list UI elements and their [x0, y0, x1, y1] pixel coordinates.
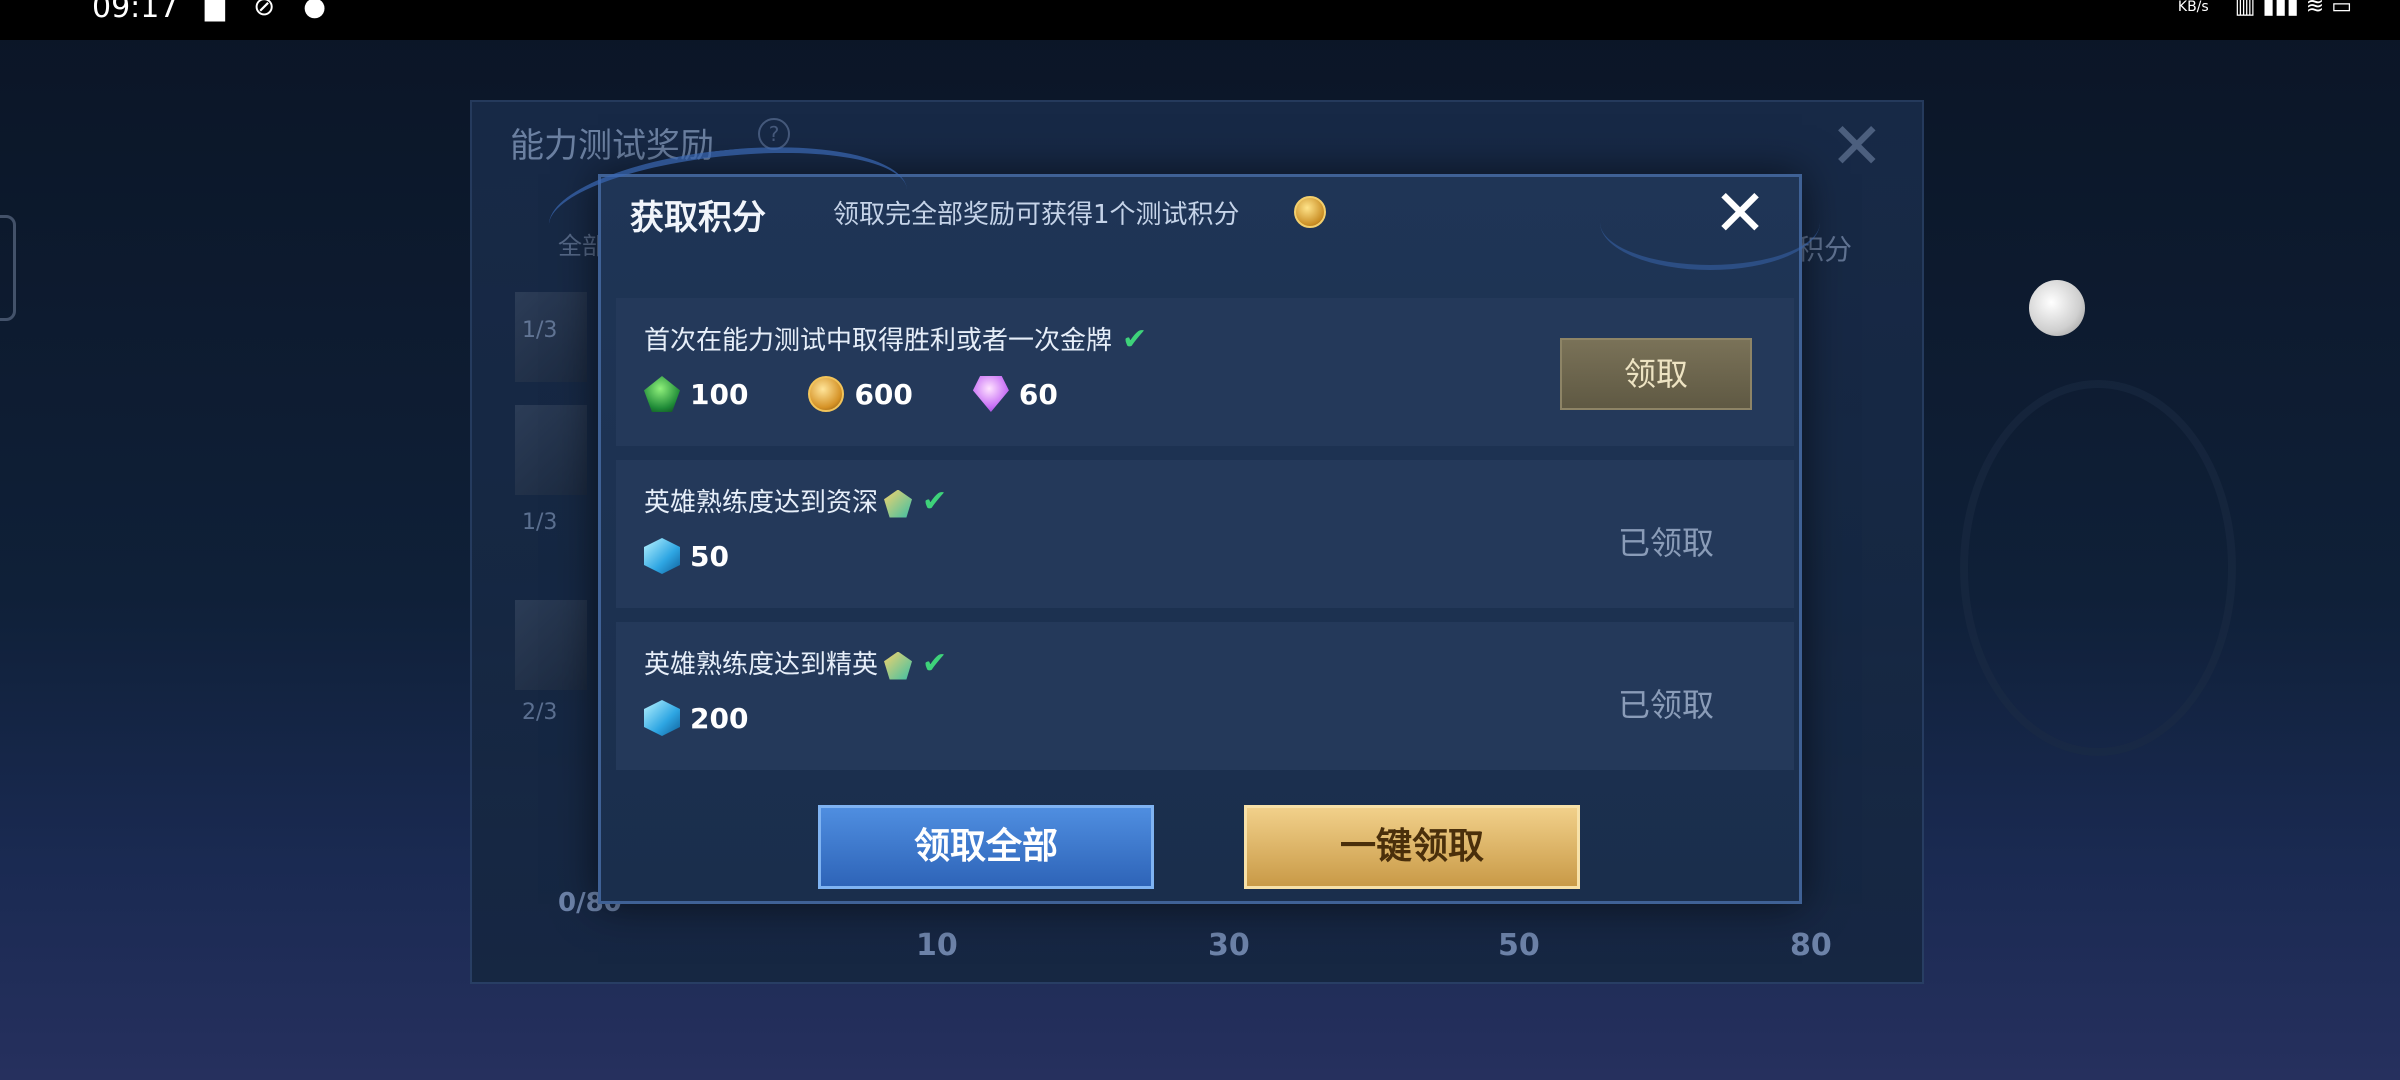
notification-icons: ▆ ⊘ ● — [205, 0, 336, 22]
reward-task-text: 英雄熟练度达到资深 — [644, 488, 879, 518]
proficiency-badge-icon — [884, 489, 913, 518]
test-point-coin-icon — [1294, 196, 1326, 228]
reward-amount: 60 — [1018, 377, 1058, 411]
background-close-icon[interactable]: ✕ — [1830, 110, 1884, 184]
reward-item: 50 — [644, 538, 729, 574]
dialog-subtitle: 领取完全部奖励可获得1个测试积分 — [833, 200, 1240, 230]
check-icon: ✔ — [1122, 322, 1148, 357]
reward-item: 100 — [644, 376, 748, 412]
reward-row-title: 英雄熟练度达到精英 ✔ — [644, 644, 947, 681]
reward-item: 600 — [808, 376, 913, 412]
network-speed: KB/s — [2177, 0, 2209, 15]
reward-task-text: 首次在能力测试中取得胜利或者一次金牌 — [644, 326, 1113, 356]
background-hero-portrait — [515, 405, 587, 495]
claimed-status: 已领取 — [1617, 524, 1714, 562]
reward-amount: 50 — [690, 539, 729, 573]
reward-row-title: 首次在能力测试中取得胜利或者一次金牌 ✔ — [644, 320, 1147, 357]
dialog-title: 获取积分 — [630, 198, 766, 238]
reward-item: 200 — [644, 700, 748, 736]
reward-row-title: 英雄熟练度达到资深 ✔ — [644, 482, 947, 519]
close-icon[interactable]: ✕ — [1710, 182, 1770, 246]
crystal-cube-icon — [644, 538, 680, 574]
background-fraction: 2/3 — [522, 700, 558, 725]
gold-coin-icon — [808, 376, 845, 412]
reward-task-text: 英雄熟练度达到精英 — [644, 650, 879, 680]
proficiency-badge-icon — [884, 651, 913, 680]
milestone-label: 30 — [1208, 928, 1250, 963]
left-edge-ring — [0, 215, 16, 321]
milestone-label: 10 — [916, 928, 958, 963]
status-right: KB/s ▥ ▮▮▮ ≋ ▭ — [2178, 0, 2352, 19]
background-fraction: 1/3 — [522, 318, 558, 343]
reward-amount: 100 — [690, 377, 749, 411]
gem-icon — [972, 376, 1009, 412]
help-icon[interactable]: ? — [758, 118, 790, 150]
background-fraction: 1/3 — [522, 510, 558, 535]
reward-row: 英雄熟练度达到精英 ✔ 200 已领取 — [616, 622, 1794, 770]
milestone-label: 80 — [1790, 928, 1832, 963]
jade-icon — [644, 376, 680, 412]
reward-row: 首次在能力测试中取得胜利或者一次金牌 ✔ 100 600 60 领取 — [616, 298, 1794, 446]
claim-all-button[interactable]: 领取全部 — [818, 805, 1154, 889]
signal-wifi-battery-icons: ▥ ▮▮▮ ≋ ▭ — [2234, 0, 2352, 19]
floating-assist-ball[interactable] — [2029, 280, 2085, 336]
reward-list: 50 — [644, 538, 729, 574]
claimed-status: 已领取 — [1617, 686, 1714, 724]
status-time: 09:17 — [92, 0, 179, 25]
one-click-claim-button[interactable]: 一键领取 — [1244, 805, 1580, 889]
claim-button[interactable]: 领取 — [1560, 338, 1752, 410]
check-icon: ✔ — [922, 484, 948, 519]
milestone-label: 50 — [1498, 928, 1540, 963]
reward-row: 英雄熟练度达到资深 ✔ 50 已领取 — [616, 460, 1794, 608]
reward-list: 100 600 60 — [644, 376, 1058, 412]
reward-amount: 200 — [690, 701, 749, 735]
reward-list: 200 — [644, 700, 748, 736]
background-emblem — [1960, 380, 2236, 756]
crystal-cube-icon — [644, 700, 680, 736]
status-bar: 09:17 ▆ ⊘ ● KB/s ▥ ▮▮▮ ≋ ▭ — [0, 0, 2400, 40]
reward-item: 60 — [972, 376, 1058, 412]
background-hero-portrait — [515, 600, 587, 690]
check-icon: ✔ — [922, 646, 948, 681]
reward-amount: 600 — [854, 377, 913, 411]
